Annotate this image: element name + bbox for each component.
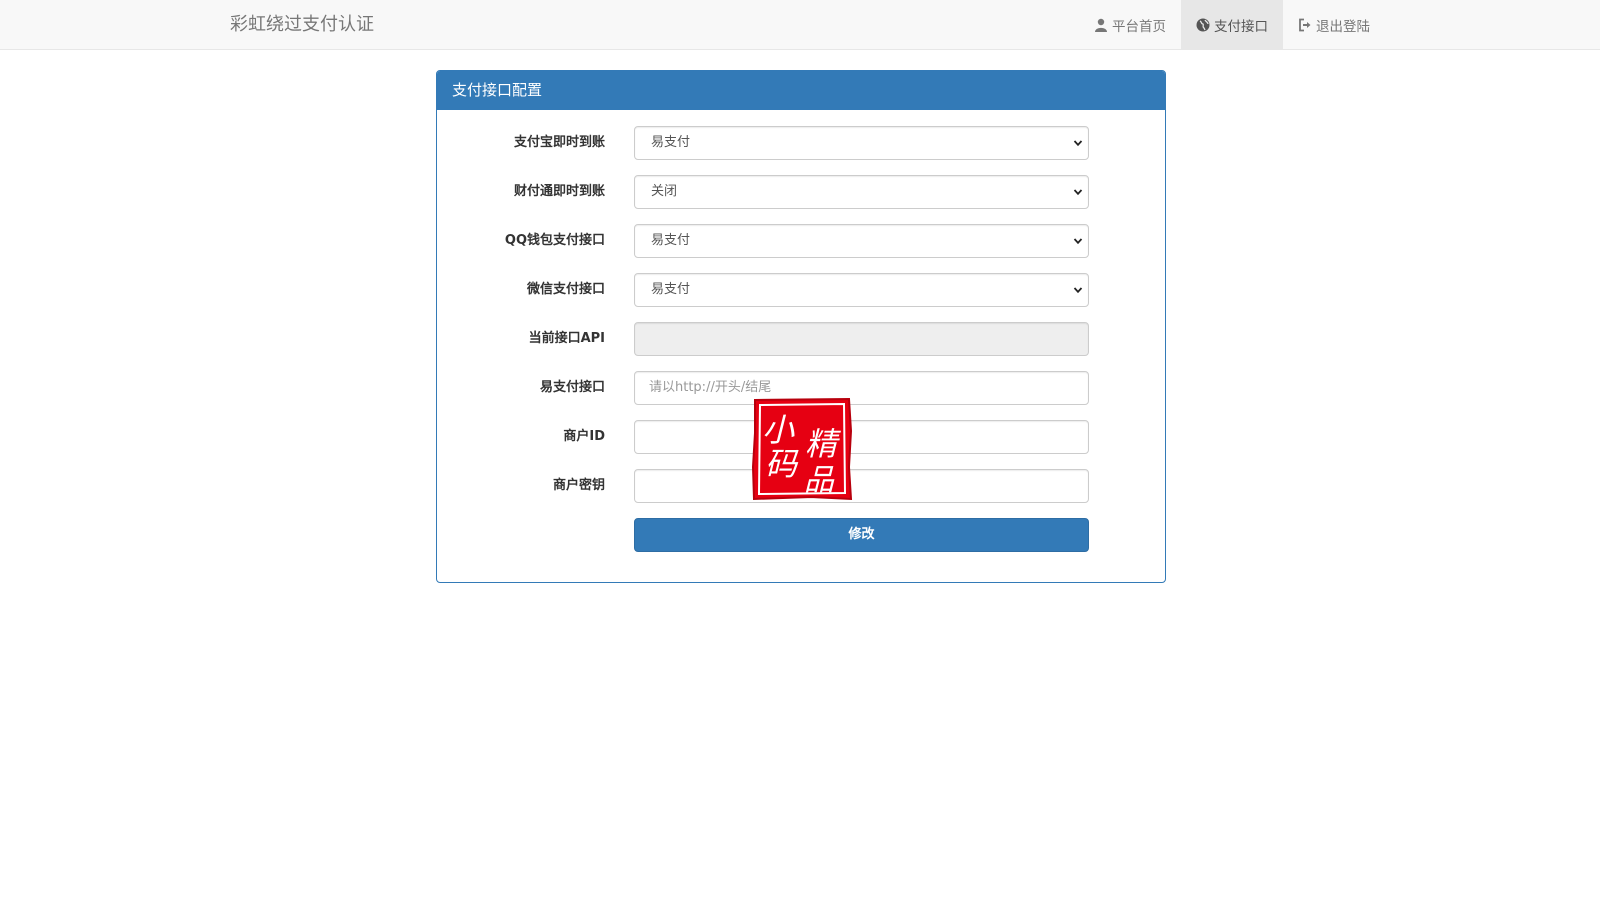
alipay-select[interactable]: 易支付 bbox=[634, 126, 1089, 160]
field-label: 支付宝即时到账 bbox=[513, 135, 605, 150]
qqpay-select[interactable]: 易支付 bbox=[634, 224, 1089, 258]
epay-url-input[interactable] bbox=[649, 372, 1074, 403]
panel-title: 支付接口配置 bbox=[437, 71, 1165, 110]
form-row-tenpay: 财付通即时到账 关闭 bbox=[437, 175, 1165, 209]
form-row-qqpay: QQ钱包支付接口 易支付 bbox=[437, 224, 1165, 258]
merchant-id-input[interactable] bbox=[649, 421, 1074, 452]
tenpay-select[interactable]: 关闭 bbox=[634, 175, 1089, 209]
submit-button[interactable]: 修改 bbox=[634, 518, 1089, 552]
chevron-down-icon bbox=[1073, 140, 1083, 147]
user-icon bbox=[1094, 18, 1108, 32]
nav-item-label: 退出登陆 bbox=[1316, 19, 1370, 35]
field-label: 财付通即时到账 bbox=[513, 184, 605, 199]
sign-out-icon bbox=[1298, 18, 1312, 32]
form-row-submit: 修改 bbox=[437, 518, 1165, 552]
field-label: 商户ID bbox=[563, 429, 605, 444]
nav-item-label: 支付接口 bbox=[1214, 19, 1268, 35]
merchant-key-input[interactable] bbox=[649, 470, 1074, 501]
chevron-down-icon bbox=[1073, 189, 1083, 196]
brand-title[interactable]: 彩虹绕过支付认证 bbox=[230, 0, 374, 50]
select-value: 关闭 bbox=[651, 184, 678, 199]
current-api-field bbox=[634, 322, 1089, 356]
nav-item-payment[interactable]: 支付接口 bbox=[1181, 0, 1283, 50]
form-row-alipay: 支付宝即时到账 易支付 bbox=[437, 126, 1165, 160]
field-label: 当前接口API bbox=[528, 331, 605, 346]
top-navbar: 彩虹绕过支付认证 平台首页 支付接口 退出登陆 bbox=[0, 0, 1600, 50]
field-label: 易支付接口 bbox=[539, 380, 605, 395]
field-label: QQ钱包支付接口 bbox=[504, 233, 605, 248]
chevron-down-icon bbox=[1073, 238, 1083, 245]
select-value: 易支付 bbox=[651, 233, 691, 248]
globe-icon bbox=[1196, 18, 1210, 32]
form-row-wxpay: 微信支付接口 易支付 bbox=[437, 273, 1165, 307]
nav-item-home[interactable]: 平台首页 bbox=[1079, 0, 1181, 50]
epay-url-field[interactable] bbox=[634, 371, 1089, 405]
select-value: 易支付 bbox=[651, 135, 691, 150]
nav-item-logout[interactable]: 退出登陆 bbox=[1283, 0, 1385, 50]
merchant-key-field[interactable] bbox=[634, 469, 1089, 503]
seal-char-2: 精 bbox=[805, 425, 841, 463]
form-row-current-api: 当前接口API bbox=[437, 322, 1165, 356]
select-value: 易支付 bbox=[651, 282, 691, 297]
wxpay-select[interactable]: 易支付 bbox=[634, 273, 1089, 307]
field-label: 微信支付接口 bbox=[526, 282, 605, 297]
nav-item-label: 平台首页 bbox=[1112, 19, 1166, 35]
chevron-down-icon bbox=[1073, 287, 1083, 294]
seal-watermark: 小 精 码 品 bbox=[751, 397, 853, 501]
seal-char-4: 品 bbox=[804, 463, 835, 498]
seal-char-3: 码 bbox=[765, 445, 799, 483]
nav-menu: 平台首页 支付接口 退出登陆 bbox=[1079, 0, 1385, 50]
seal-char-1: 小 bbox=[762, 411, 795, 449]
merchant-id-field[interactable] bbox=[634, 420, 1089, 454]
field-label: 商户密钥 bbox=[552, 478, 605, 493]
payment-config-panel: 支付接口配置 支付宝即时到账 易支付 财付通即时到账 关闭 QQ钱包支付接口 易… bbox=[436, 70, 1166, 583]
